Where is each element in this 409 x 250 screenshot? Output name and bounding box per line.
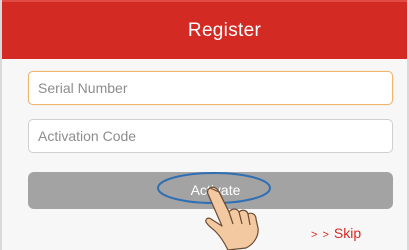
skip-label: Skip	[333, 225, 362, 241]
register-screen: Register Activate > >Skip	[0, 0, 409, 250]
page-title: Register	[187, 19, 262, 41]
skip-arrows: > >	[311, 229, 330, 241]
activate-button[interactable]: Activate	[28, 172, 393, 209]
serial-number-input[interactable]	[28, 71, 393, 105]
skip-link[interactable]: > > Skip	[311, 225, 361, 241]
activation-code-input[interactable]	[28, 119, 393, 153]
header-bar: Register	[2, 0, 407, 59]
activate-button-label: Activate	[190, 182, 241, 198]
